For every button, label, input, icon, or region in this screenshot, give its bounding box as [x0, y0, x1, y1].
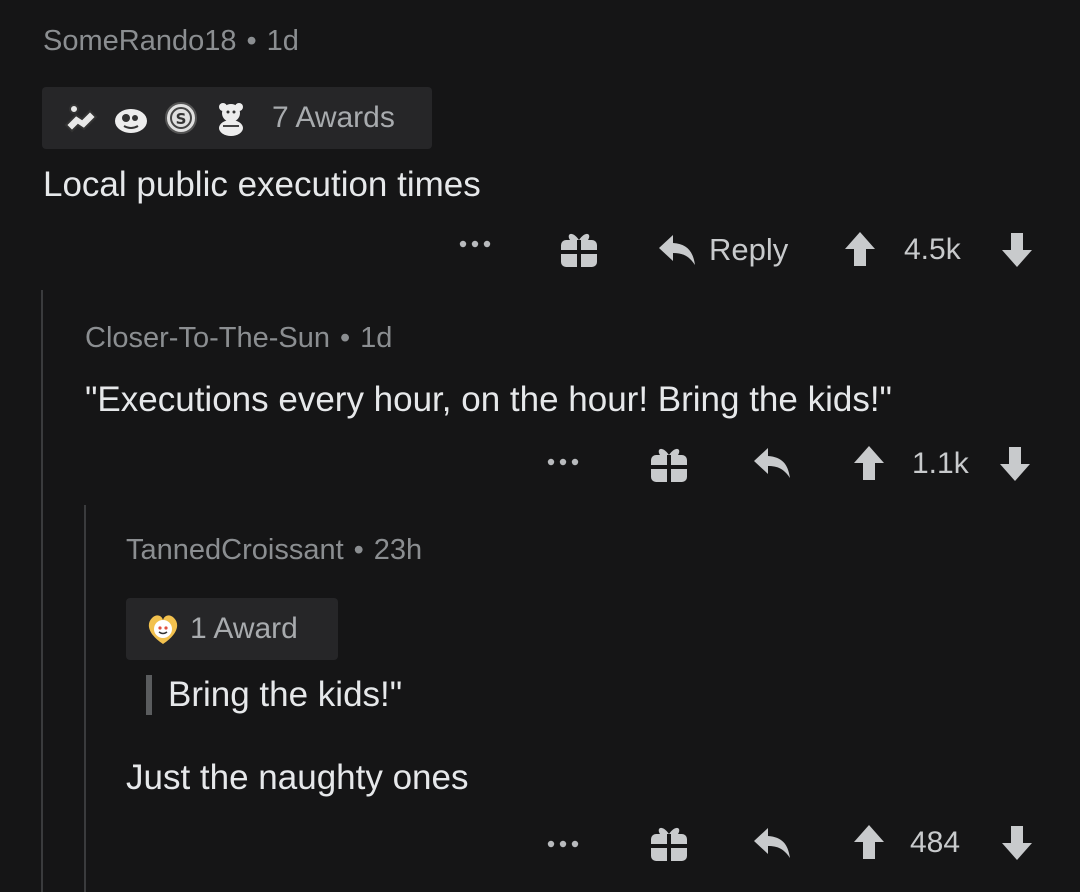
reply-arrow-icon: [754, 828, 790, 858]
vote-score: 1.1k: [912, 447, 969, 480]
gift-icon: [561, 233, 597, 267]
reply-arrow-icon: [754, 448, 790, 478]
bear-award-icon: [212, 99, 250, 137]
upvote-button[interactable]: [852, 823, 886, 866]
timestamp: 23h: [373, 534, 423, 566]
downvote-button[interactable]: [1000, 231, 1034, 274]
blockquote-text: Bring the kids!": [168, 675, 403, 714]
comment-body: Local public execution times: [43, 165, 481, 204]
give-award-button[interactable]: [558, 228, 600, 275]
username[interactable]: SomeRando18: [43, 25, 236, 57]
upvote-button[interactable]: [843, 230, 877, 273]
wholesome-heart-award-icon: [144, 610, 182, 648]
comment-body: Just the naughty ones: [126, 758, 469, 797]
reply-button[interactable]: [752, 826, 792, 865]
username[interactable]: TannedCroissant: [126, 534, 344, 566]
downvote-arrow-icon: [1002, 826, 1032, 860]
reply-label: Reply: [709, 232, 789, 267]
more-dots-icon: [547, 840, 579, 848]
timestamp: 1d: [266, 25, 299, 57]
comment-meta: TannedCroissant • 23h: [126, 534, 422, 567]
timestamp: 1d: [360, 322, 393, 354]
awards-bar[interactable]: 1 Award: [126, 598, 338, 660]
comment-meta: SomeRando18 • 1d: [43, 25, 299, 58]
meta-separator: •: [339, 322, 351, 354]
downvote-button[interactable]: [1000, 824, 1034, 867]
blob-award-icon: [112, 99, 150, 137]
meta-separator: •: [353, 534, 364, 566]
comment-body: "Executions every hour, on the hour! Bri…: [85, 380, 892, 419]
upvote-arrow-icon: [854, 825, 884, 859]
upvote-arrow-icon: [854, 446, 884, 480]
upvote-button[interactable]: [852, 444, 886, 487]
awards-count: 7 Awards: [272, 101, 395, 134]
vote-score: 484: [910, 826, 961, 859]
more-options-button[interactable]: [458, 232, 492, 261]
give-award-button[interactable]: [648, 822, 690, 869]
reply-button[interactable]: Reply: [657, 225, 788, 275]
thread-line-level-1[interactable]: [41, 290, 43, 892]
more-dots-icon: [547, 458, 579, 466]
comment-meta: Closer-To-The-Sun • 1d: [85, 322, 392, 355]
silver-coin-award-icon: S: [162, 99, 200, 137]
upvote-arrow-icon: [845, 232, 875, 266]
give-award-button[interactable]: [648, 443, 690, 490]
handshake-award-icon: [62, 99, 100, 137]
more-options-button[interactable]: [546, 832, 580, 861]
more-options-button[interactable]: [546, 450, 580, 479]
gift-icon: [651, 448, 687, 482]
downvote-arrow-icon: [1000, 447, 1030, 481]
downvote-button[interactable]: [998, 445, 1032, 488]
blockquote-bar: [146, 675, 152, 715]
svg-text:S: S: [176, 110, 187, 128]
thread-line-level-2[interactable]: [84, 505, 86, 892]
awards-bar[interactable]: S 7 Awards: [42, 87, 432, 149]
gift-icon: [651, 827, 687, 861]
awards-count: 1 Award: [190, 612, 298, 645]
more-dots-icon: [459, 240, 491, 248]
reply-button[interactable]: [752, 446, 792, 485]
reply-arrow-icon: [659, 235, 695, 265]
vote-score: 4.5k: [904, 233, 961, 266]
meta-separator: •: [246, 25, 257, 57]
downvote-arrow-icon: [1002, 233, 1032, 267]
username[interactable]: Closer-To-The-Sun: [85, 322, 330, 354]
